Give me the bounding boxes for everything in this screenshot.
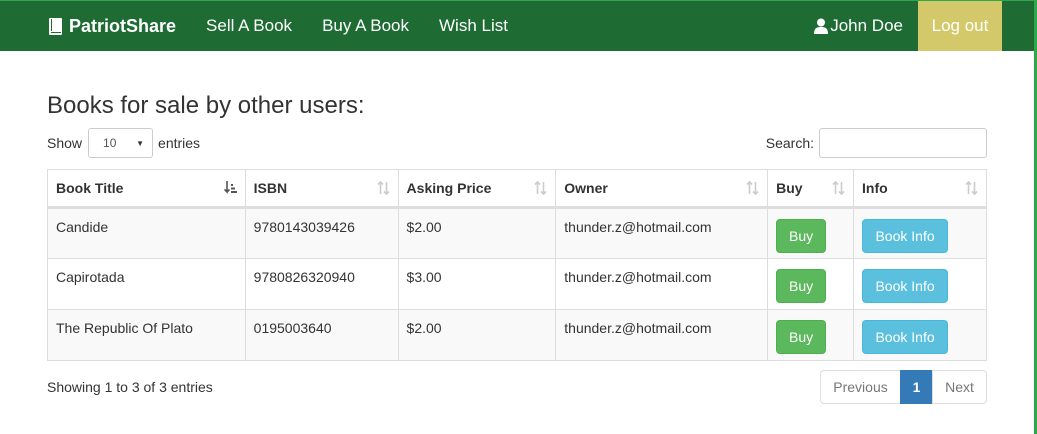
buy-button[interactable]: Buy: [776, 219, 827, 253]
column-header-label: Buy: [776, 180, 803, 196]
column-header-label: ISBN: [253, 180, 288, 196]
cell-asking-price: $3.00: [397, 258, 557, 310]
cell-owner: thunder.z@hotmail.com: [555, 258, 769, 310]
column-header-label: Info: [862, 180, 888, 196]
cell-book-title: The Republic Of Plato: [47, 309, 246, 361]
buy-button[interactable]: Buy: [776, 320, 827, 354]
pagination: Previous 1 Next: [820, 370, 987, 404]
page-1-button[interactable]: 1: [900, 370, 933, 404]
sort-icon: [832, 181, 845, 195]
cell-asking-price: $2.00: [397, 207, 557, 259]
nav-wish-list[interactable]: Wish List: [424, 1, 523, 51]
cell-buy: Buy: [767, 258, 855, 310]
table-row: Capirotada 9780826320940 $3.00 thunder.z…: [47, 258, 987, 310]
table-row: Candide 9780143039426 $2.00 thunder.z@ho…: [47, 207, 987, 259]
brand-link[interactable]: PatriotShare: [48, 1, 176, 51]
book-info-button[interactable]: Book Info: [862, 320, 949, 354]
cell-info: Book Info: [853, 258, 987, 310]
search-control: Search:: [766, 128, 987, 158]
books-table: Book Title ISBN Asking Price Owner Buy I…: [47, 169, 987, 361]
cell-isbn: 9780143039426: [244, 207, 399, 259]
book-info-button[interactable]: Book Info: [862, 219, 949, 253]
caret-down-icon: ▼: [136, 138, 145, 148]
length-control: Show 10 ▼ entries: [47, 128, 200, 158]
cell-asking-price: $2.00: [397, 309, 557, 361]
column-header-isbn[interactable]: ISBN: [244, 169, 399, 209]
column-header-label: Asking Price: [406, 180, 492, 196]
cell-book-title: Candide: [47, 207, 246, 259]
column-header-label: Book Title: [56, 180, 124, 196]
sort-icon: [534, 181, 547, 195]
column-header-buy[interactable]: Buy: [767, 169, 855, 209]
cell-owner: thunder.z@hotmail.com: [555, 309, 769, 361]
sort-icon: [965, 181, 978, 195]
search-input[interactable]: [819, 128, 987, 158]
sort-ascending-icon: [223, 181, 237, 194]
cell-buy: Buy: [767, 309, 855, 361]
sort-icon: [746, 181, 759, 195]
search-label: Search:: [765, 135, 814, 151]
entries-select-value: 10: [103, 136, 117, 150]
nav-sell-a-book[interactable]: Sell A Book: [191, 1, 307, 51]
column-header-info[interactable]: Info: [853, 169, 987, 209]
book-info-button[interactable]: Book Info: [862, 269, 949, 303]
table-info: Showing 1 to 3 of 3 entries: [47, 379, 213, 395]
entries-select[interactable]: 10 ▼: [88, 128, 154, 158]
cell-isbn: 0195003640: [244, 309, 399, 361]
logout-button[interactable]: Log out: [918, 1, 1002, 51]
table-header-row: Book Title ISBN Asking Price Owner Buy I…: [47, 169, 987, 209]
column-header-asking-price[interactable]: Asking Price: [397, 169, 557, 209]
cell-info: Book Info: [853, 309, 987, 361]
cell-book-title: Capirotada: [47, 258, 246, 310]
column-header-owner[interactable]: Owner: [555, 169, 769, 209]
cell-isbn: 9780826320940: [244, 258, 399, 310]
page-title: Books for sale by other users:: [47, 92, 365, 119]
column-header-label: Owner: [564, 180, 608, 196]
brand-name: PatriotShare: [69, 15, 177, 36]
user-name: John Doe: [830, 16, 903, 35]
previous-page-button[interactable]: Previous: [820, 370, 901, 404]
cell-info: Book Info: [853, 207, 987, 259]
user-menu[interactable]: John Doe: [814, 1, 918, 51]
buy-button[interactable]: Buy: [776, 269, 827, 303]
show-label: Show: [47, 135, 83, 151]
cell-buy: Buy: [767, 207, 855, 259]
sort-icon: [376, 181, 390, 195]
user-icon: [814, 18, 829, 34]
cell-owner: thunder.z@hotmail.com: [555, 207, 769, 259]
nav-buy-a-book[interactable]: Buy A Book: [307, 1, 424, 51]
entries-label: entries: [158, 135, 201, 151]
column-header-book-title[interactable]: Book Title: [47, 169, 246, 209]
navbar: PatriotShare Sell A Book Buy A Book Wish…: [0, 0, 1034, 51]
book-icon: [49, 17, 62, 35]
next-page-button[interactable]: Next: [932, 370, 987, 404]
table-row: The Republic Of Plato 0195003640 $2.00 t…: [47, 309, 987, 361]
